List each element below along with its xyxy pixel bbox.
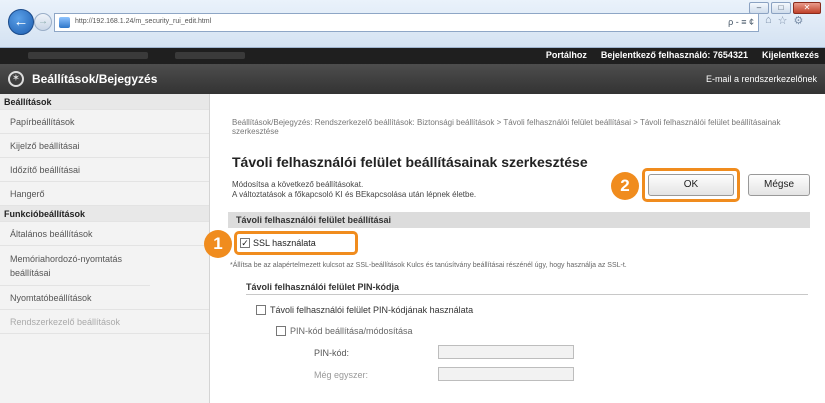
forward-button[interactable]: → xyxy=(34,13,52,31)
app-title: Beállítások/Bejegyzés xyxy=(32,72,158,86)
callout-badge-1: 1 xyxy=(204,230,232,258)
blurred-device-info xyxy=(175,52,245,59)
browser-icons: ⌂ ☆ ⚙ xyxy=(765,14,803,27)
sidebar-item-timer[interactable]: Időzítő beállításai xyxy=(0,158,209,182)
cancel-button[interactable]: Mégse xyxy=(748,174,810,196)
sidebar-heading-functions: Funkcióbeállítások xyxy=(0,206,209,222)
use-pin-label: Távoli felhasználói felület PIN-kódjának… xyxy=(270,305,474,315)
sidebar-item-admin[interactable]: Rendszerkezelő beállítások xyxy=(0,310,209,334)
use-pin-option[interactable]: Távoli felhasználói felület PIN-kódjának… xyxy=(256,305,473,315)
address-bar[interactable]: http://192.168.1.24/m_security_rui_edit.… xyxy=(54,13,759,32)
logout-link[interactable]: Kijelentkezés xyxy=(762,50,819,60)
favorites-star-icon[interactable]: ☆ xyxy=(778,14,788,27)
portal-link[interactable]: Portálhoz xyxy=(546,50,587,60)
settings-logo-icon: ✶ xyxy=(8,71,24,87)
pin-section-heading: Távoli felhasználói felület PIN-kódja xyxy=(246,282,808,295)
back-button[interactable]: ← xyxy=(8,9,34,35)
gear-icon[interactable]: ⚙ xyxy=(794,14,804,27)
sidebar-heading-settings: Beállítások xyxy=(0,94,209,110)
sidebar-item-paper[interactable]: Papírbeállítások xyxy=(0,110,209,134)
ssl-checkbox[interactable]: ✓ xyxy=(240,238,250,248)
search-refresh-icon[interactable]: ρ - ≡ ¢ xyxy=(728,17,754,27)
url-text: http://192.168.1.24/m_security_rui_edit.… xyxy=(75,18,212,25)
set-pin-option[interactable]: PIN-kód beállítása/módosítása xyxy=(276,326,413,336)
top-links: Portálhoz Bejelentkező felhasználó: 7654… xyxy=(546,50,819,60)
window-controls: – □ ✕ xyxy=(749,2,821,14)
confirm-pin-label: Még egyszer: xyxy=(314,370,369,380)
use-pin-checkbox[interactable] xyxy=(256,305,266,315)
description-line-1: Módosítsa a következő beállításokat. xyxy=(232,180,364,189)
section-heading: Távoli felhasználói felület beállításai xyxy=(228,212,810,228)
confirm-pin-input[interactable] xyxy=(438,367,574,381)
ssl-option[interactable]: ✓ SSL használata xyxy=(240,238,316,248)
page-title: Távoli felhasználói felület beállításain… xyxy=(232,154,588,170)
main-content: Beállítások/Bejegyzés: Rendszerkezelő be… xyxy=(204,94,818,403)
sidebar-item-display[interactable]: Kijelző beállításai xyxy=(0,134,209,158)
home-icon[interactable]: ⌂ xyxy=(765,14,772,27)
pin-label: PIN-kód: xyxy=(314,348,350,358)
set-pin-checkbox[interactable] xyxy=(276,326,286,336)
mail-admin-link[interactable]: E-mail a rendszerkezelőnek xyxy=(706,74,817,84)
ssl-note: *Állítsa be az alapértelmezett kulcsot a… xyxy=(230,262,627,269)
description: Módosítsa a következő beállításokat. A v… xyxy=(232,180,476,200)
sidebar-item-printer[interactable]: Nyomtatóbeállítások xyxy=(0,286,209,310)
callout-badge-2: 2 xyxy=(611,172,639,200)
app-top-bar: Portálhoz Bejelentkező felhasználó: 7654… xyxy=(0,48,825,64)
sidebar-item-volume[interactable]: Hangerő xyxy=(0,182,209,206)
browser-toolbar: – □ ✕ ← → http://192.168.1.24/m_security… xyxy=(0,0,825,48)
description-line-2: A változtatások a főkapcsoló KI és BEkap… xyxy=(232,190,477,199)
site-icon xyxy=(59,17,70,28)
blurred-device-name xyxy=(28,52,148,59)
app-header: ✶ Beállítások/Bejegyzés E-mail a rendsze… xyxy=(0,64,825,94)
ok-button[interactable]: OK xyxy=(648,174,734,196)
close-button[interactable]: ✕ xyxy=(793,2,821,14)
breadcrumb: Beállítások/Bejegyzés: Rendszerkezelő be… xyxy=(232,118,781,136)
logged-in-user: Bejelentkező felhasználó: 7654321 xyxy=(600,50,748,60)
sidebar: Beállítások Papírbeállítások Kijelző beá… xyxy=(0,94,210,403)
maximize-button[interactable]: □ xyxy=(771,2,791,14)
sidebar-item-general[interactable]: Általános beállítások xyxy=(0,222,209,246)
pin-input[interactable] xyxy=(438,345,574,359)
ssl-label: SSL használata xyxy=(253,238,316,248)
set-pin-label: PIN-kód beállítása/módosítása xyxy=(290,326,413,336)
sidebar-item-memory-print[interactable]: Memóriahordozó-nyomtatás beállításai xyxy=(0,246,150,286)
